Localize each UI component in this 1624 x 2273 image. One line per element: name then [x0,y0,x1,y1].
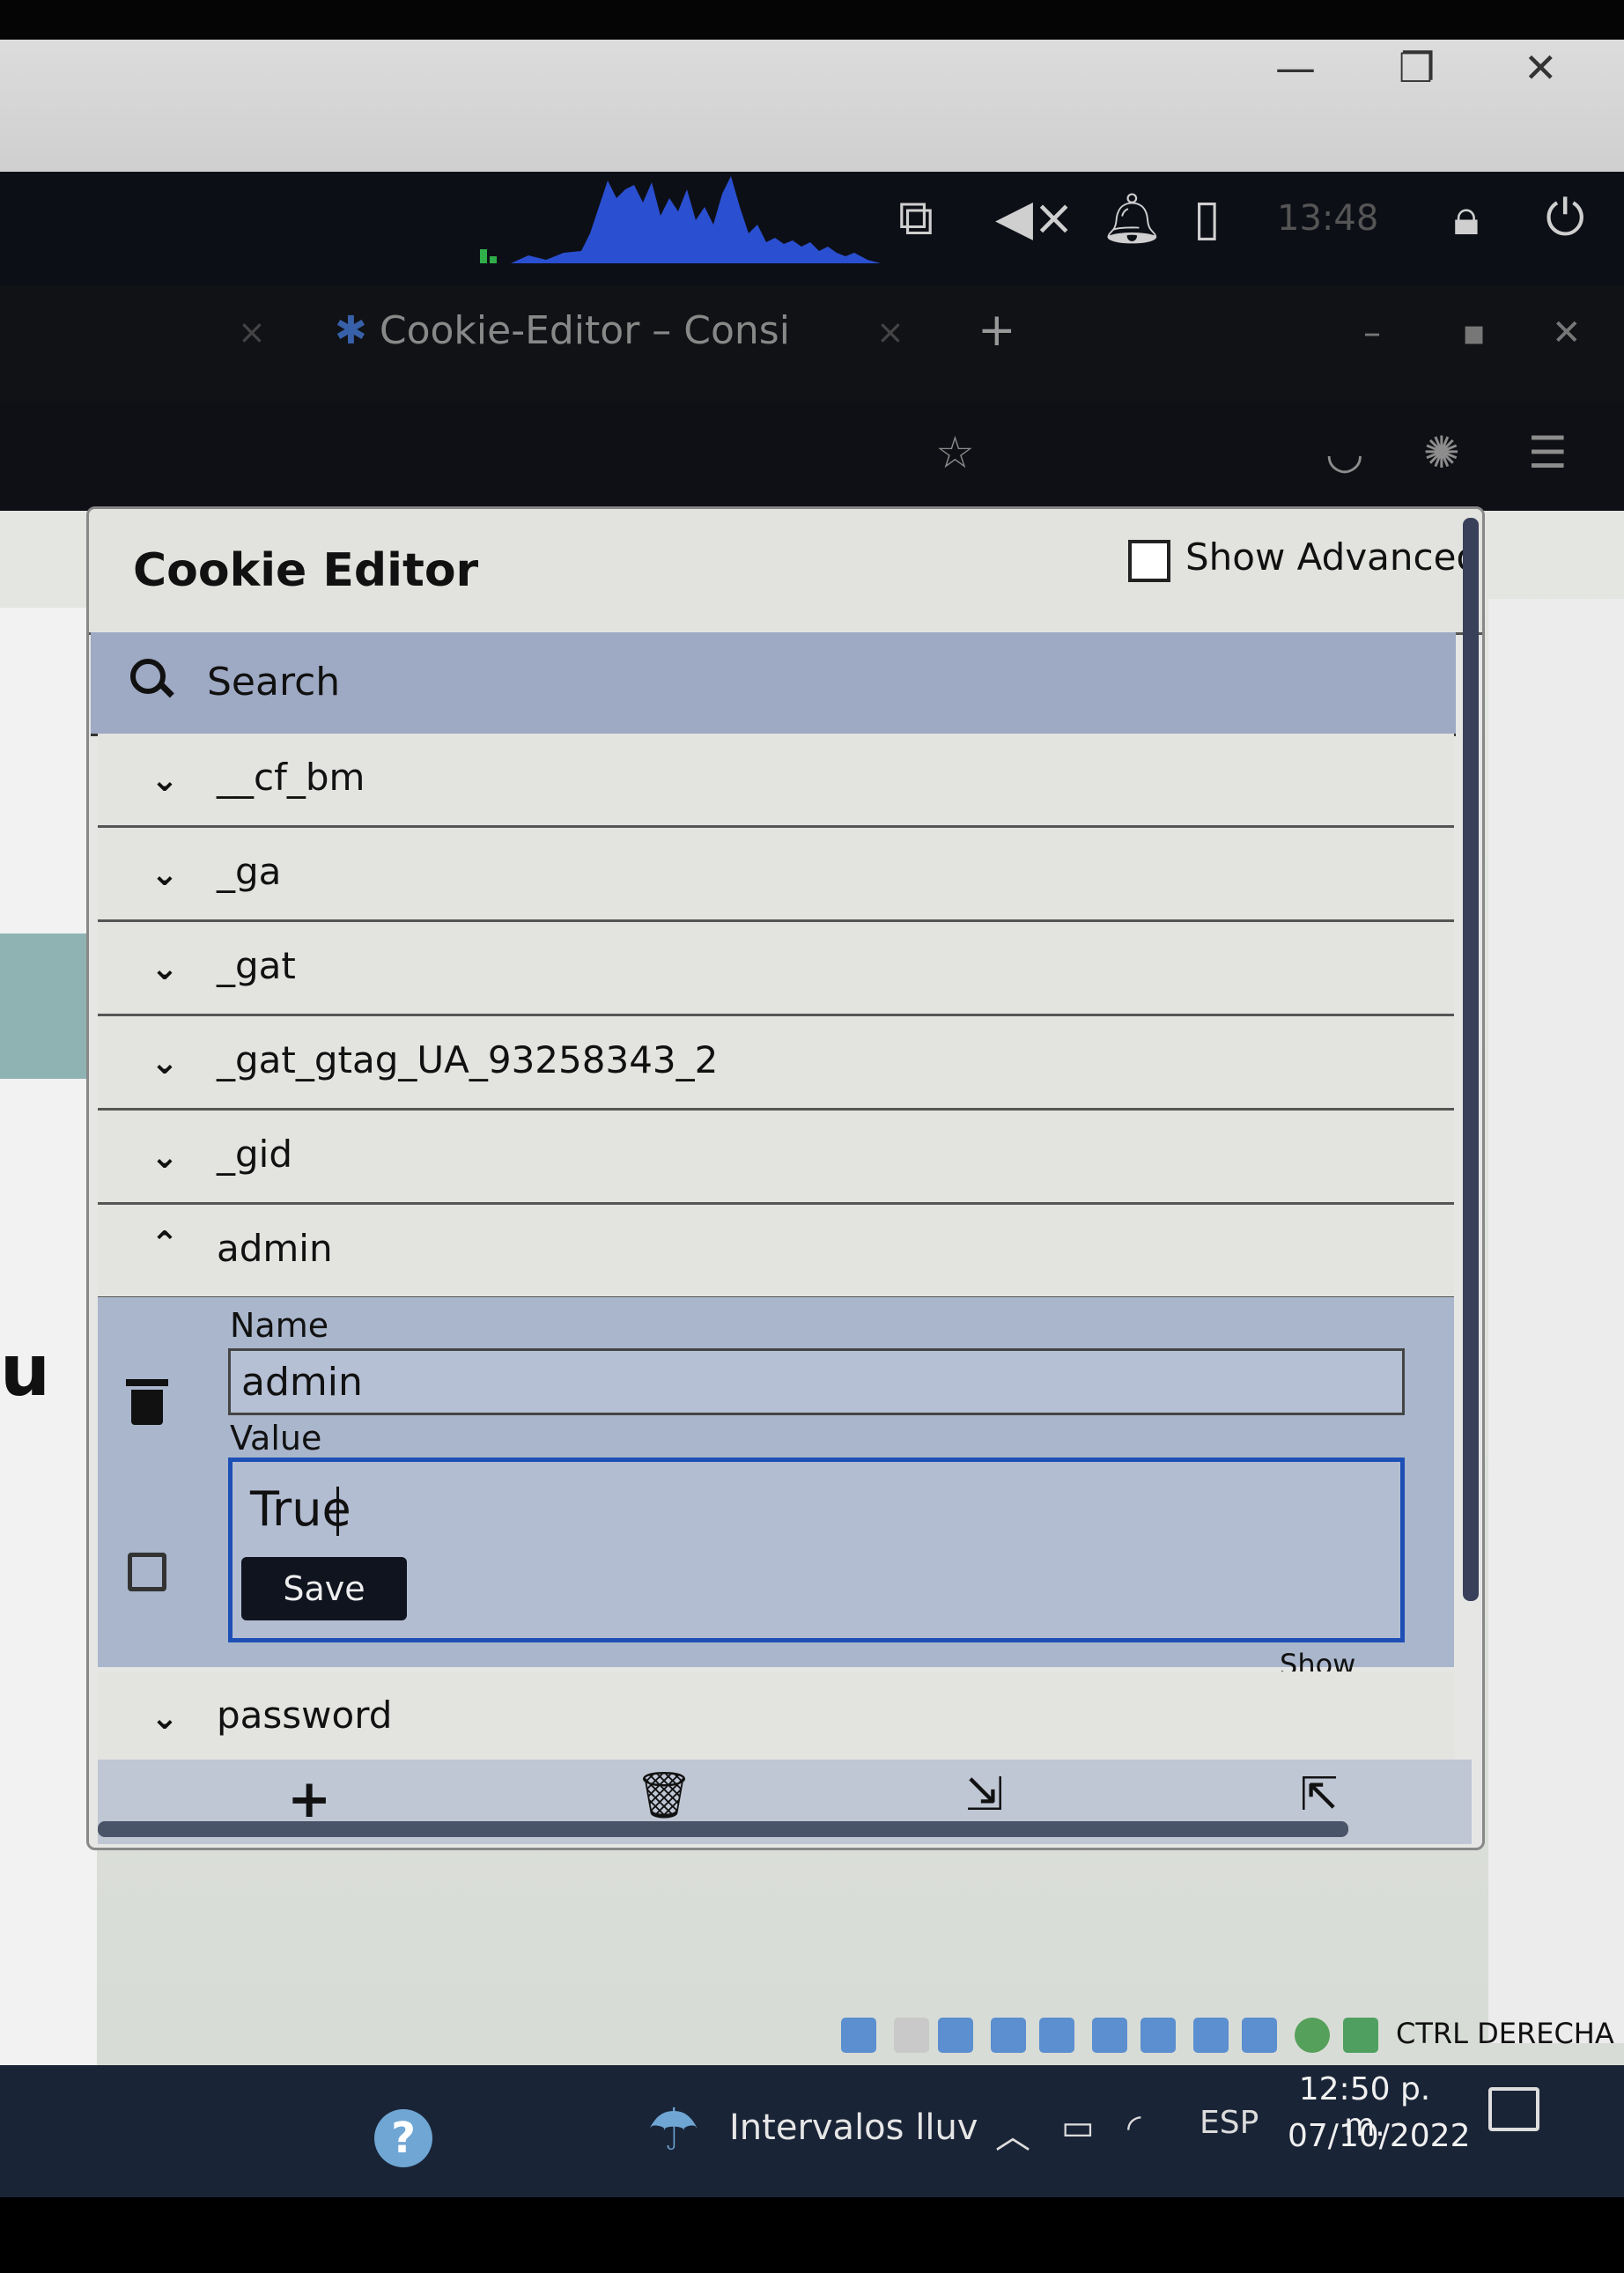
cookie-name: admin [217,1227,333,1270]
cookie-row[interactable]: ⌄ _gat_gtag_UA_93258343_2 [98,1016,1454,1111]
vertical-scrollbar[interactable] [1463,518,1479,1601]
cookie-editor-popup: Cookie Editor Show Advanced ⌄ __cf_bm ⌄ … [86,506,1485,1850]
value-label: Value [230,1419,322,1458]
tab-close-button[interactable]: × [238,313,266,351]
screen-bezel [0,2197,1624,2273]
menu-icon[interactable]: ☰ [1528,427,1568,478]
name-field[interactable] [228,1348,1405,1415]
host-minimize-button[interactable]: — [1275,44,1316,92]
mouse-integration-icon[interactable] [1295,2018,1330,2053]
cookie-name: _gat_gtag_UA_93258343_2 [217,1038,719,1081]
weather-umbrella-icon[interactable]: ☂ [647,2096,699,2164]
cookie-name: _gat [217,944,296,987]
horizontal-scrollbar[interactable] [98,1821,1348,1837]
cpu-graph [480,176,881,263]
panel-clock: 13:48 [1277,198,1379,239]
browser-minimize-button[interactable]: – [1363,313,1381,353]
delete-cookie-icon[interactable] [126,1379,168,1425]
bell-icon[interactable]: 🔔︎ [1101,189,1163,247]
disk-icon[interactable] [841,2018,876,2053]
monitor-icon[interactable]: ⧉ [898,189,934,247]
tab-title: Cookie-Editor – Consi [379,308,790,353]
show-advanced-checkbox[interactable] [1128,540,1170,582]
save-icon[interactable] [128,1553,166,1591]
cookie-row[interactable]: ⌄ _gat [98,922,1454,1016]
export-icon[interactable]: ⇱ [1300,1768,1339,1821]
host-close-button[interactable]: ✕ [1524,44,1558,92]
taskbar-date[interactable]: 07/10/2022 [1288,2118,1471,2154]
text-caret [336,1487,339,1536]
chevron-down-icon[interactable]: ⌄ [151,1698,179,1737]
new-tab-button[interactable]: + [978,304,1016,357]
browser-close-button[interactable]: ✕ [1552,313,1582,353]
mute-icon[interactable]: ◀× [995,189,1074,247]
keyboard-capture-icon[interactable] [1343,2018,1378,2053]
cookie-name: _ga [217,850,282,893]
cookie-row[interactable]: ⌄ _ga [98,828,1454,922]
cookie-row[interactable]: ⌄ __cf_bm [98,734,1454,828]
chevron-up-icon[interactable]: ︿ [995,2107,1030,2159]
browser-tab[interactable]: ✱ Cookie-Editor – Consi [335,308,790,353]
search-icon [130,659,166,694]
network-icon[interactable] [991,2018,1026,2053]
power-icon[interactable]: ⏻ [1546,189,1584,247]
pocket-icon[interactable]: ◡ [1325,427,1364,478]
host-key-label: CTRL DERECHA [1396,2017,1614,2050]
cookie-name: __cf_bm [217,756,365,799]
delete-all-icon[interactable]: 🗑︎ [635,1768,693,1822]
battery-icon[interactable]: ▯ [1193,189,1221,247]
value-field[interactable]: True Save [228,1458,1405,1642]
host-window-titlebar [0,40,1624,172]
popup-title: Cookie Editor [133,544,479,597]
optical-drive-icon[interactable] [894,2018,929,2053]
save-button[interactable]: Save [241,1557,407,1620]
chevron-up-icon[interactable]: ⌃ [151,1224,179,1263]
cookie-name: password [217,1694,393,1737]
show-advanced-label[interactable]: Show Advanced [1185,535,1480,579]
help-icon[interactable]: ? [374,2109,432,2167]
wifi-icon[interactable]: ◜ [1127,2107,1141,2148]
host-restore-button[interactable]: ❐ [1399,44,1435,92]
cookie-row[interactable]: ⌄ password [98,1672,1454,1763]
cookie-row[interactable]: ⌄ _gid [98,1111,1454,1205]
browser-toolbar [0,401,1624,511]
cookie-row-expanded[interactable]: ⌃ admin [98,1205,1454,1299]
weather-text[interactable]: Intervalos lluv [729,2107,978,2148]
name-label: Name [230,1306,329,1345]
notification-icon[interactable] [1488,2087,1539,2131]
chevron-down-icon[interactable]: ⌄ [151,948,179,987]
usb-icon[interactable] [1039,2018,1074,2053]
recording-icon[interactable] [1193,2018,1229,2053]
search-input[interactable] [205,650,1424,713]
puzzle-icon: ✱ [335,308,380,353]
shared-folder-icon[interactable] [1092,2018,1127,2053]
tab-close-button[interactable]: × [876,313,904,351]
import-icon[interactable]: ⇲ [965,1768,1004,1821]
battery-icon[interactable]: ▭ [1061,2107,1095,2148]
chevron-down-icon[interactable]: ⌄ [151,1043,179,1081]
cookie-editor-form: Name Value True Save Show Advanced [98,1297,1454,1715]
cookie-name: _gid [217,1133,292,1176]
language-indicator[interactable]: ESP [1200,2105,1259,2141]
lock-icon[interactable]: 🔒︎ [1453,189,1480,247]
chevron-down-icon[interactable]: ⌄ [151,854,179,893]
search-bar [91,632,1456,736]
page-partial-letter: u [0,1330,50,1412]
browser-maximize-button[interactable]: ▪ [1462,313,1486,353]
chevron-down-icon[interactable]: ⌄ [151,760,179,799]
page-right-column [1488,599,1624,2043]
display-icon[interactable] [1140,2018,1176,2053]
cookie-editor-extension-icon[interactable]: ✺ [1423,427,1460,478]
cpu-icon[interactable] [1242,2018,1277,2053]
page-left-band [0,934,97,1079]
popup-header: Cookie Editor Show Advanced [89,509,1482,635]
bookmark-star-icon[interactable]: ☆ [935,427,975,478]
chevron-down-icon[interactable]: ⌄ [151,1137,179,1176]
audio-icon[interactable] [938,2018,973,2053]
